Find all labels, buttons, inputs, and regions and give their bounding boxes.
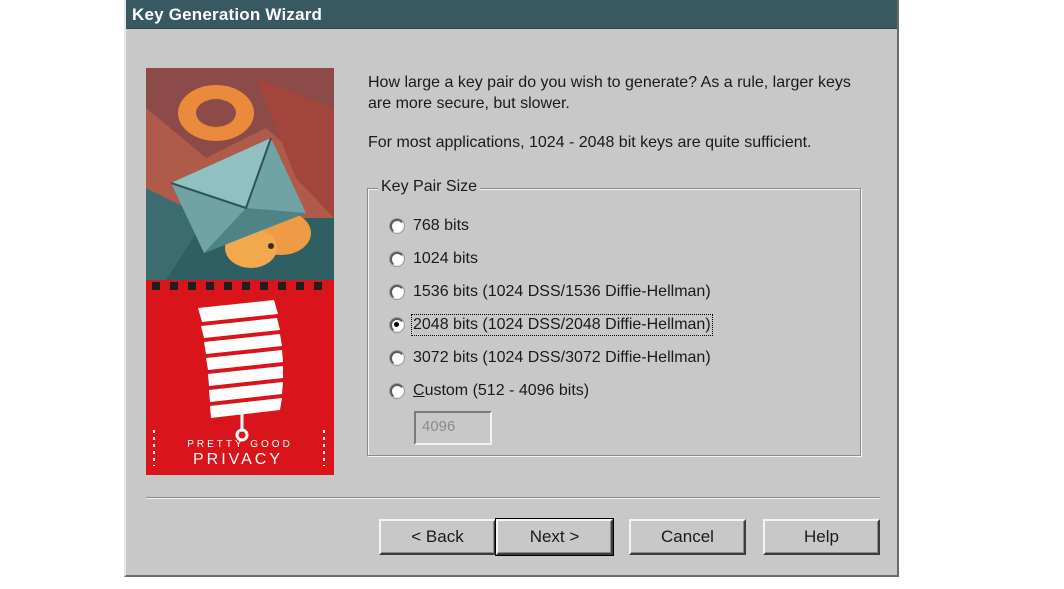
radio-768-bits[interactable]: 768 bits	[390, 215, 469, 237]
radio-button[interactable]	[390, 252, 404, 266]
next-button[interactable]: Next >	[495, 518, 614, 556]
radio-button[interactable]	[390, 285, 404, 299]
radio-1024-bits[interactable]: 1024 bits	[390, 248, 478, 270]
custom-bits-input[interactable]: 4096	[414, 411, 492, 445]
group-legend: Key Pair Size	[378, 178, 481, 196]
radio-button[interactable]	[390, 219, 404, 233]
cancel-button-label: Cancel	[661, 527, 714, 546]
window-title: Key Generation Wizard	[132, 5, 323, 24]
logo-text-line1: PRETTY GOOD	[187, 439, 293, 450]
radio-2048-bits[interactable]: 2048 bits (1024 DSS/2048 Diffie-Hellman)	[390, 314, 713, 336]
help-button-label: Help	[804, 527, 839, 546]
radio-button[interactable]	[390, 384, 404, 398]
radio-button-selected[interactable]	[390, 318, 404, 332]
button-separator	[146, 497, 880, 499]
key-pair-size-group: Key Pair Size 768 bits 1024 bits 1536 bi…	[367, 178, 861, 456]
back-button-label: < Back	[411, 527, 464, 546]
hint-text: For most applications, 1024 - 2048 bit k…	[368, 134, 812, 151]
title-bar[interactable]: Key Generation Wizard	[126, 0, 897, 29]
radio-label: Custom (512 - 4096 bits)	[413, 382, 590, 399]
key-generation-wizard-dialog: Key Generation Wizard PRETTY GOOD PRIVAC…	[124, 0, 899, 577]
radio-custom[interactable]: Custom (512 - 4096 bits)	[390, 380, 589, 402]
pgp-artwork-panel: PRETTY GOOD PRIVACY	[146, 68, 334, 475]
help-button[interactable]: Help	[763, 519, 880, 555]
pgp-artwork-image: PRETTY GOOD PRIVACY	[146, 68, 334, 468]
radio-label: 1024 bits	[413, 250, 478, 267]
radio-label: 3072 bits (1024 DSS/3072 Diffie-Hellman)	[413, 349, 711, 366]
cancel-button[interactable]: Cancel	[629, 519, 746, 555]
logo-text-line2: PRIVACY	[193, 451, 283, 468]
prompt-text: How large a key pair do you wish to gene…	[368, 74, 851, 112]
next-button-label: Next >	[529, 527, 580, 546]
radio-label: 2048 bits (1024 DSS/2048 Diffie-Hellman)	[411, 314, 713, 336]
radio-button[interactable]	[390, 351, 404, 365]
radio-label: 768 bits	[413, 217, 470, 234]
radio-1536-bits[interactable]: 1536 bits (1024 DSS/1536 Diffie-Hellman)	[390, 281, 711, 303]
radio-label: 1536 bits (1024 DSS/1536 Diffie-Hellman)	[413, 283, 711, 300]
radio-3072-bits[interactable]: 3072 bits (1024 DSS/3072 Diffie-Hellman)	[390, 347, 711, 369]
back-button[interactable]: < Back	[379, 519, 496, 555]
